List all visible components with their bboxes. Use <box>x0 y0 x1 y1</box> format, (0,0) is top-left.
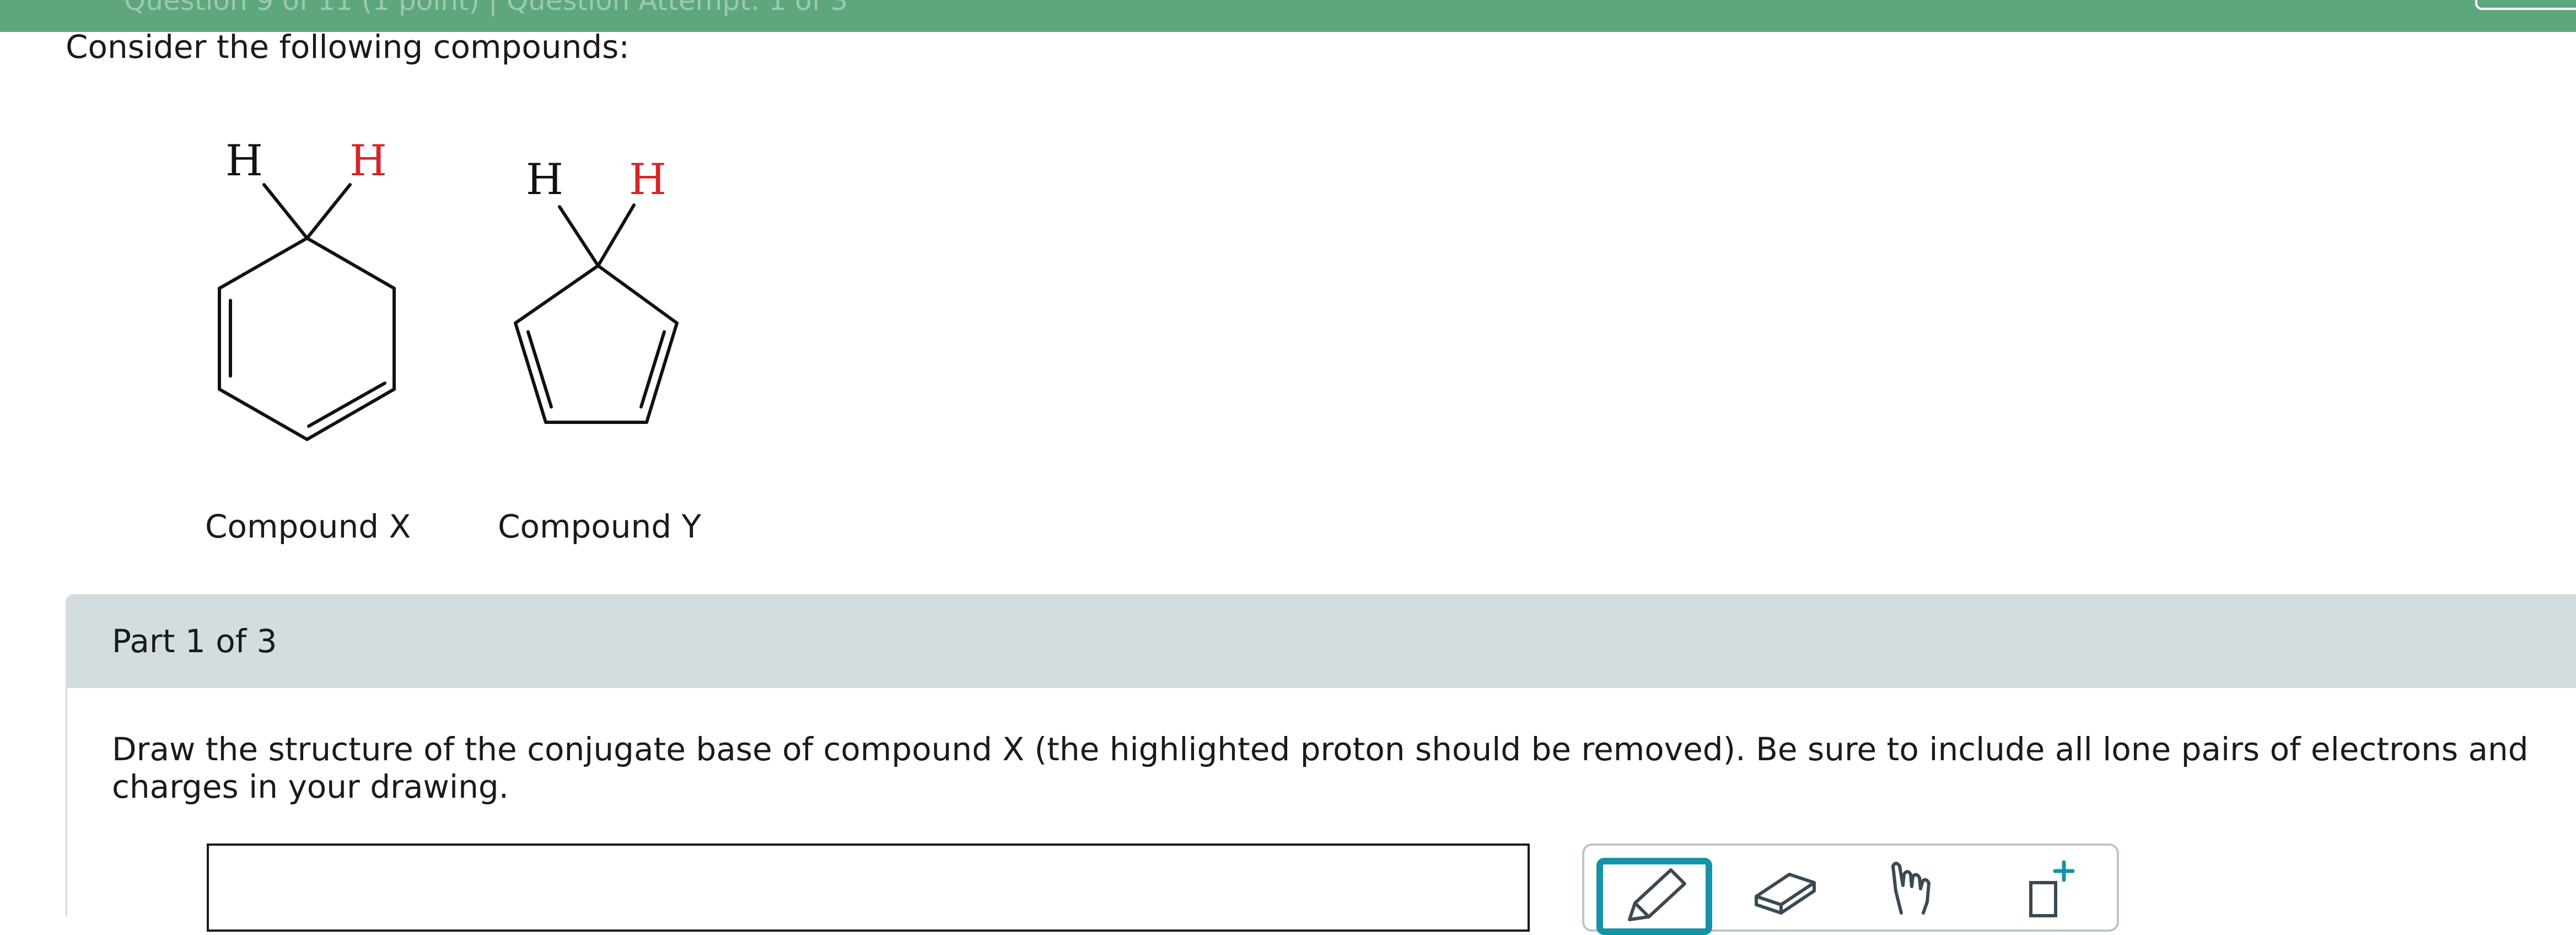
compound-y-structure <box>514 203 679 424</box>
compound-y-h-right-highlighted: H <box>629 155 666 205</box>
eraser-tool-button[interactable] <box>1729 858 1844 935</box>
compound-structures: H H H H <box>218 136 679 441</box>
drawing-toolbar <box>1582 843 2119 935</box>
part-header: Part 1 of 3 <box>66 594 2576 688</box>
hand-tool-button[interactable] <box>1860 858 1976 935</box>
compound-y-label: Compound Y <box>498 508 701 545</box>
hand-icon <box>1891 862 1930 915</box>
question-text: Draw the structure of the conjugate base… <box>112 730 2529 805</box>
header-button[interactable] <box>2475 0 2576 10</box>
eraser-icon <box>1755 873 1816 915</box>
compound-x-h-left: H <box>225 136 263 186</box>
pencil-tool-button[interactable] <box>1596 858 1712 935</box>
part-title: Part 1 of 3 <box>112 622 277 660</box>
compound-y-h-left: H <box>526 155 563 205</box>
compound-x-structure <box>218 183 396 441</box>
new-canvas-tool-button[interactable] <box>1992 858 2108 935</box>
compound-x-h-right-highlighted: H <box>349 136 387 186</box>
compound-x-label: Compound X <box>205 508 411 545</box>
new-canvas-icon <box>2029 860 2075 917</box>
drawing-canvas[interactable] <box>207 843 1530 932</box>
